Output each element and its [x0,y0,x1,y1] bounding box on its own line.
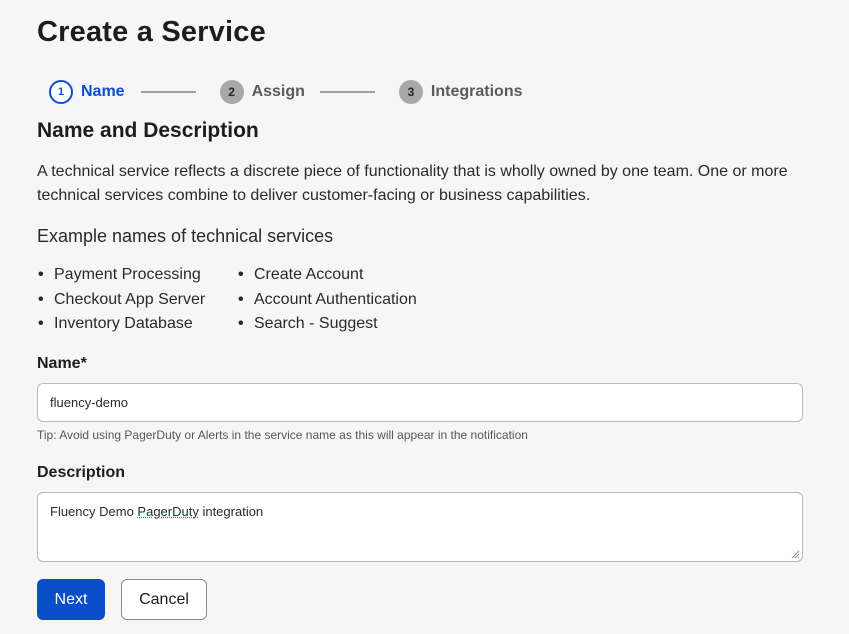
step-label: Integrations [430,83,523,100]
step-number: 1 [49,80,73,104]
step-name: 1 Name [49,80,125,104]
description-label: Description [37,464,126,481]
example-name: Inventory Database [54,315,193,332]
step-label: Assign [251,83,305,100]
page-title: Create a Service [37,16,266,48]
step-assign: 2 Assign [219,80,305,104]
list-item: • Checkout App Server [38,288,205,313]
name-input[interactable]: fluency-demo [37,383,803,422]
cancel-button[interactable]: Cancel [121,579,207,620]
name-label: Name* [37,355,87,372]
list-item: • Payment Processing [38,263,205,288]
stepper: 1 Name 2 Assign 3 Integrations [49,79,522,105]
examples-title: Example names of technical services [37,226,334,246]
bullet-icon: • [38,315,44,332]
example-name: Account Authentication [254,290,417,308]
examples-list-left: • Payment Processing • Checkout App Server… [38,263,205,337]
bullet-icon: • [238,315,244,332]
spellcheck-flagged-word: PagerDuty [137,504,199,519]
example-name: Create Account [254,266,364,283]
description-value: Fluency Demo PagerDuty integration [50,504,263,519]
list-item: • Create Account [238,263,417,288]
name-input-value: fluency-demo [50,395,129,410]
resize-handle-icon[interactable] [790,549,800,559]
description-text: integration [198,504,264,519]
step-number: 2 [219,80,244,104]
description-text: Fluency Demo [50,504,138,519]
section-title: Name and Description [37,119,259,142]
example-name: Payment Processing [54,266,201,283]
step-number: 3 [398,80,423,104]
example-name: Checkout App Server [54,290,206,308]
step-integrations: 3 Integrations [398,80,523,104]
examples-list-right: • Create Account • Account Authentication … [238,263,417,337]
bullet-icon: • [38,290,44,308]
name-tip: Tip: Avoid using PagerDuty or Alerts in … [37,428,528,442]
step-connector [140,91,196,93]
bullet-icon: • [238,266,244,283]
description-textarea[interactable]: Fluency Demo PagerDuty integration [37,492,803,562]
example-name: Search - Suggest [254,315,378,332]
step-label: Name [81,83,125,100]
list-item: • Search - Suggest [238,312,417,337]
create-service-page: Create a Service 1 Name 2 Assign 3 Integ… [0,0,849,634]
list-item: • Account Authentication [238,288,417,313]
step-connector [319,91,375,93]
bullet-icon: • [238,290,244,308]
list-item: • Inventory Database [38,312,205,337]
bullet-icon: • [38,266,44,283]
next-button[interactable]: Next [37,579,105,620]
section-description: A technical service reflects a discrete … [37,163,788,204]
